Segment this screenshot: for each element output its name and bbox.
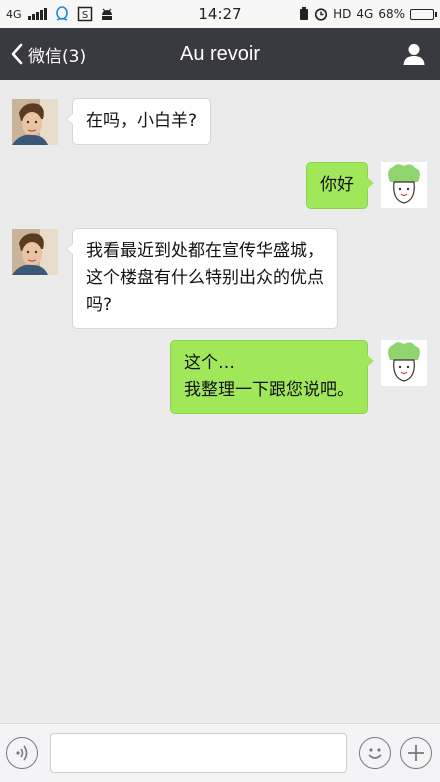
profile-icon[interactable] [402,42,426,66]
network-type-right: 4G [356,7,374,21]
status-right: HD 4G 68% [299,0,437,28]
contact-avatar-image [12,229,58,275]
back-button[interactable]: 微信(3) [10,28,86,80]
status-bar: 4G S 14:27 HD 4G 68% [0,0,440,28]
chat-header: 微信(3) Au revoir [0,28,440,80]
battery-percent: 68% [378,7,405,21]
message-text-line: 我整理一下跟您说吧。 [184,380,354,400]
message-bubble-outgoing[interactable]: 你好 [306,162,374,209]
voice-button[interactable] [6,737,38,769]
contact-avatar[interactable] [12,99,58,145]
my-avatar-image [381,340,427,386]
message-text: 在吗，小白羊? [86,111,198,131]
message-text-line: 吗? [86,295,113,315]
my-avatar[interactable] [381,340,427,386]
chevron-left-icon [11,43,23,65]
message-text: 你好 [320,175,354,195]
contact-avatar-image [12,99,58,145]
add-button[interactable] [400,737,432,769]
my-avatar[interactable] [381,162,427,208]
message-input[interactable] [50,733,347,773]
message-list[interactable]: 在吗，小白羊? 你好 我看最近到处都在宣传华盛城， 这个楼盘有什么特别出众的优点… [0,80,440,723]
lock-battery-icon [300,7,309,20]
message-text-line: 这个楼盘有什么特别出众的优点 [86,268,324,288]
alarm-icon [315,8,328,21]
add-icon [408,745,424,761]
input-bar [0,723,440,782]
voice-icon [16,745,28,761]
battery-icon [410,8,437,20]
back-label: 微信(3) [28,46,87,67]
message-bubble-incoming[interactable]: 在吗，小白羊? [65,98,212,145]
message-text-line: 这个… [184,353,235,373]
emoji-icon [368,748,382,759]
message-bubble-incoming[interactable]: 我看最近到处都在宣传华盛城， 这个楼盘有什么特别出众的优点 吗? [66,228,338,329]
message-text-line: 我看最近到处都在宣传华盛城， [86,241,324,261]
hd-label: HD [333,7,352,21]
emoji-button[interactable] [359,737,391,769]
my-avatar-image [381,162,427,208]
message-bubble-outgoing[interactable]: 这个… 我整理一下跟您说吧。 [170,340,374,414]
contact-avatar[interactable] [12,229,58,275]
